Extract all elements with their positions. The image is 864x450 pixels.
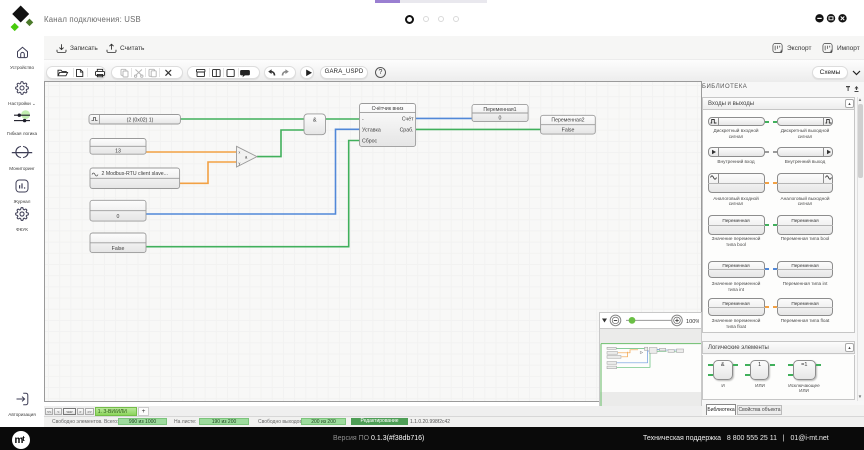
svg-text:False: False xyxy=(112,246,125,252)
svg-text:Уставка: Уставка xyxy=(362,128,381,134)
svg-text:Переменная2: Переменная2 xyxy=(551,118,584,124)
svg-text:x: x xyxy=(239,151,241,155)
svg-text:False: False xyxy=(562,127,575,133)
svg-text:100%: 100% xyxy=(686,319,699,325)
svg-text:-: - xyxy=(362,117,364,123)
svg-text:(2 (0x02) 1): (2 (0x02) 1) xyxy=(127,117,154,123)
svg-text:Переменная1: Переменная1 xyxy=(483,107,516,113)
svg-text:2 Modbus-RTU client slave...: 2 Modbus-RTU client slave... xyxy=(102,171,169,177)
svg-text:&: & xyxy=(313,118,317,124)
svg-text:Сброс: Сброс xyxy=(362,138,377,144)
svg-text:Счёт: Счёт xyxy=(402,117,414,123)
svg-text:Сраб.: Сраб. xyxy=(400,128,414,134)
svg-text:0: 0 xyxy=(117,214,120,220)
svg-text:0: 0 xyxy=(499,115,502,121)
svg-text:Счётчик вниз: Счётчик вниз xyxy=(372,106,404,112)
svg-text:13: 13 xyxy=(115,148,121,154)
svg-text:y: y xyxy=(239,162,241,166)
